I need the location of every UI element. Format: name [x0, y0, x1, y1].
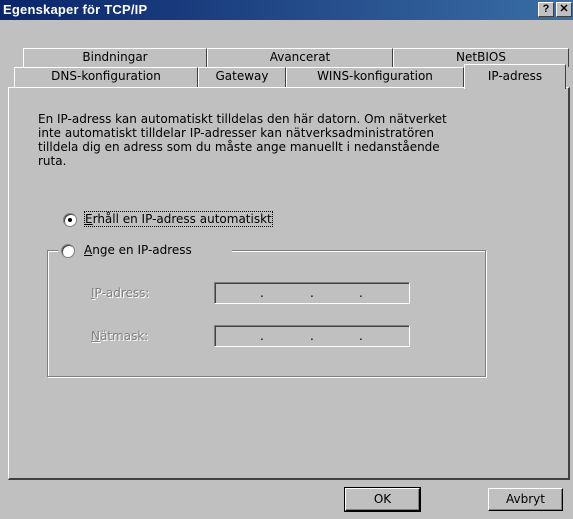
cancel-button[interactable]: Avbryt [488, 488, 563, 511]
manual-ip-groupbox [47, 250, 486, 377]
tab-bindningar[interactable]: Bindningar [23, 48, 207, 67]
tab-avancerat[interactable]: Avancerat [207, 48, 393, 67]
netmask-separator: . [310, 329, 314, 343]
ip-separator: . [310, 286, 314, 300]
window-title: Egenskaper för TCP/IP [3, 2, 148, 17]
tab-ip-adress[interactable]: IP-adress [464, 64, 566, 89]
radio-auto-ip-label[interactable]: Erhåll en IP-adress automatiskt [84, 211, 273, 227]
ip-separator: . [260, 286, 264, 300]
radio-auto-ip[interactable] [63, 213, 77, 227]
tab-gateway[interactable]: Gateway [198, 67, 286, 88]
help-button[interactable]: ? [538, 2, 554, 17]
ok-button[interactable]: OK [344, 487, 421, 512]
tab-dns-konfiguration[interactable]: DNS-konfiguration [14, 67, 198, 88]
radio-manual-ip-label[interactable]: Ange en IP-adress [84, 243, 192, 257]
close-button[interactable]: ✕ [556, 2, 572, 17]
ip-address-label: IP-adress: [91, 286, 150, 300]
netmask-label: Nätmask: [91, 329, 149, 343]
ip-address-field[interactable]: . . . [214, 282, 410, 304]
title-bar: Egenskaper för TCP/IP ? ✕ [0, 0, 573, 20]
netmask-separator: . [359, 329, 363, 343]
description-text: En IP-adress kan automatiskt tilldelas d… [38, 112, 447, 168]
tab-wins-konfiguration[interactable]: WINS-konfiguration [286, 67, 464, 88]
ip-separator: . [359, 286, 363, 300]
radio-manual-ip[interactable] [61, 244, 75, 258]
netmask-separator: . [260, 329, 264, 343]
netmask-field[interactable]: . . . [214, 325, 410, 347]
radio-selected-dot [68, 218, 72, 222]
